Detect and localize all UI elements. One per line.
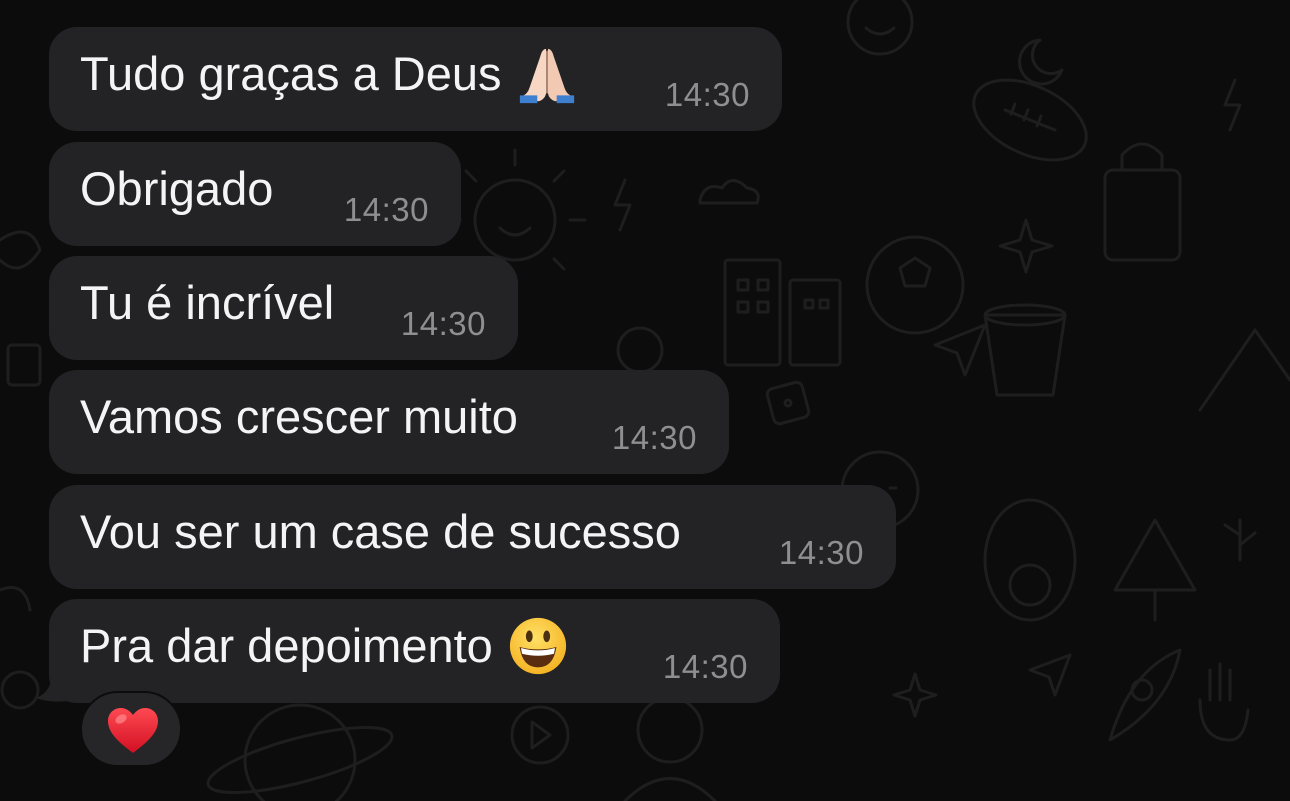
message-bubble[interactable]: Vamos crescer muito 14:30 — [49, 370, 729, 474]
message-bubble[interactable]: Pra dar depoimento 14:30 — [49, 599, 780, 703]
message-text: Tudo graças a Deus — [80, 45, 578, 105]
message-timestamp: 14:30 — [664, 76, 750, 113]
message-text: Tu é incrível — [80, 276, 335, 329]
message-text: Pra dar depoimento — [80, 617, 569, 677]
message-timestamp: 14:30 — [611, 419, 697, 456]
message-bubble[interactable]: Tu é incrível 14:30 — [49, 256, 518, 360]
message-bubble[interactable]: Vou ser um case de sucesso 14:30 — [49, 485, 896, 589]
message-timestamp: 14:30 — [343, 191, 429, 228]
message-text: Obrigado — [80, 162, 274, 215]
message-reaction[interactable] — [80, 691, 182, 767]
folded-hands-icon — [519, 48, 574, 103]
message-text: Vou ser um case de sucesso — [80, 505, 681, 558]
message-bubble[interactable]: Obrigado 14:30 — [49, 142, 461, 246]
chat-view: Tudo graças a Deus 14:30 Obrigado 14:30 … — [0, 0, 1290, 801]
message-timestamp: 14:30 — [778, 534, 864, 571]
message-text: Vamos crescer muito — [80, 390, 518, 443]
message-bubble[interactable]: Tudo graças a Deus 14:30 — [49, 27, 782, 131]
message-timestamp: 14:30 — [400, 305, 486, 342]
grinning-face-icon — [509, 617, 566, 674]
red-heart-icon — [108, 708, 158, 753]
message-timestamp: 14:30 — [662, 648, 748, 685]
